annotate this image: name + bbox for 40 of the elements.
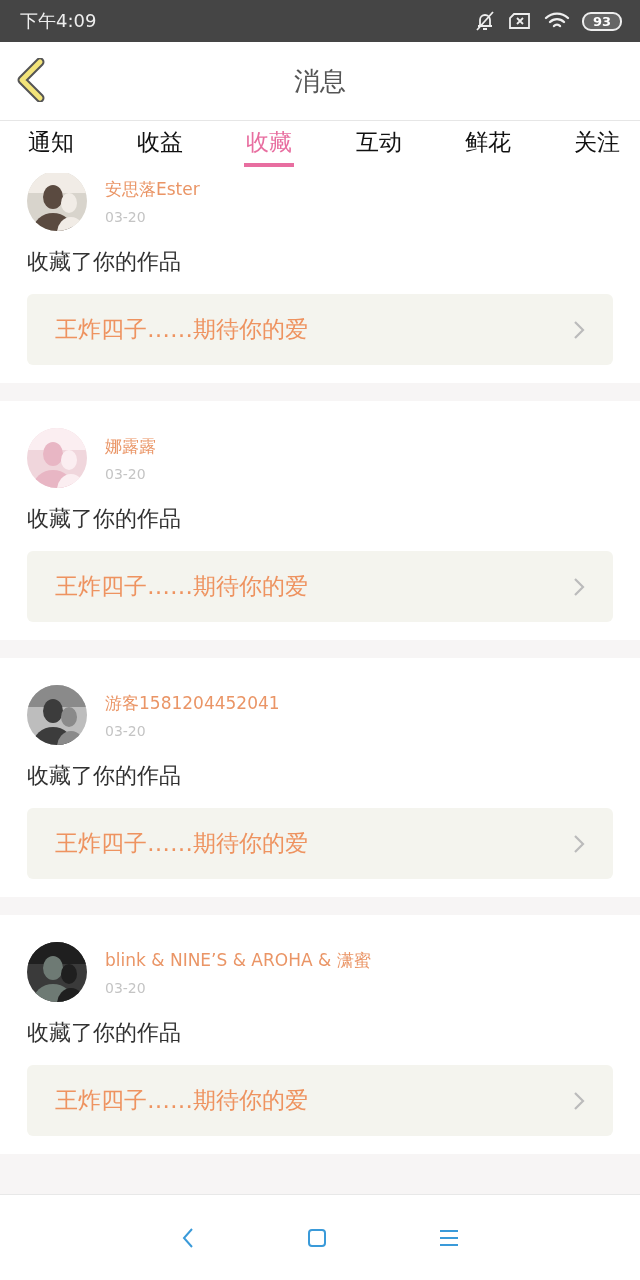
- chevron-right-icon: [573, 319, 585, 340]
- square-icon: [307, 1227, 327, 1248]
- action-text: 收藏了你的作品: [27, 762, 182, 790]
- user-name[interactable]: 安思落Ester: [105, 177, 200, 201]
- date: 03-20: [105, 465, 147, 482]
- chevron-right-icon: [573, 1090, 585, 1111]
- tab[interactable]: 关注: [571, 121, 622, 167]
- tab[interactable]: 通知: [26, 121, 76, 167]
- menu-icon: [439, 1228, 459, 1247]
- action-text: 收藏了你的作品: [27, 248, 182, 276]
- chevron-right-icon: [573, 833, 585, 854]
- work-link[interactable]: 王炸四子……期待你的爱: [27, 294, 613, 365]
- bell-off-icon: [473, 10, 496, 32]
- work-title: 王炸四子……期待你的爱: [55, 829, 308, 858]
- page-title: 消息: [294, 64, 346, 98]
- work-link[interactable]: 王炸四子……期待你的爱: [27, 551, 613, 622]
- work-link[interactable]: 王炸四子……期待你的爱: [27, 1065, 613, 1136]
- date: 03-20: [105, 722, 147, 739]
- back-button[interactable]: [16, 58, 46, 105]
- action-text: 收藏了你的作品: [27, 1019, 182, 1047]
- back-icon: [16, 58, 46, 102]
- date: 03-20: [105, 208, 147, 225]
- back-icon: [181, 1226, 195, 1249]
- user-name[interactable]: blink & NINE’S & AROHA & 潇蜜: [105, 948, 371, 972]
- chevron-right-icon: [573, 576, 585, 597]
- tab[interactable]: 鲜花: [462, 121, 513, 167]
- tab[interactable]: 互动: [353, 121, 404, 167]
- status-time: 下午4:09: [20, 9, 97, 33]
- date: 03-20: [105, 979, 147, 996]
- user-name[interactable]: 游客1581204452041: [105, 691, 280, 715]
- work-title: 王炸四子……期待你的爱: [55, 572, 308, 601]
- action-text: 收藏了你的作品: [27, 505, 182, 533]
- sim-x-icon: [507, 11, 532, 31]
- tab[interactable]: 收藏: [244, 121, 295, 167]
- work-title: 王炸四子……期待你的爱: [55, 315, 308, 344]
- battery-level: 93: [581, 11, 622, 31]
- user-name[interactable]: 娜露露: [105, 434, 156, 458]
- tab[interactable]: 收益: [135, 121, 186, 167]
- work-title: 王炸四子……期待你的爱: [55, 1086, 308, 1115]
- work-link[interactable]: 王炸四子……期待你的爱: [27, 808, 613, 879]
